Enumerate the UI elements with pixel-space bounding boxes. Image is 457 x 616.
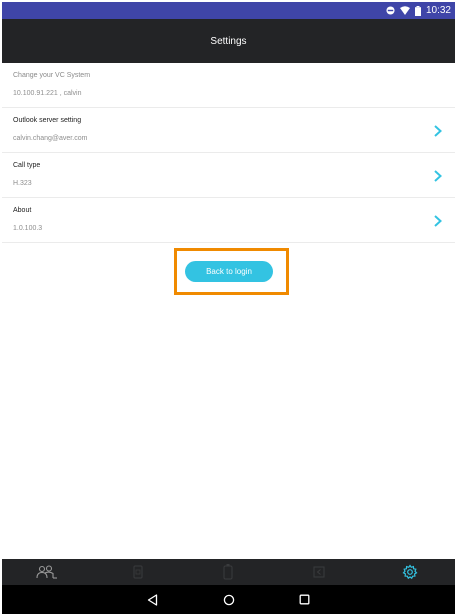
- layout-icon: [313, 566, 325, 578]
- chevron-right-icon: [434, 215, 442, 227]
- chevron-right-icon: [434, 125, 442, 137]
- settings-list: Change your VC System 10.100.91.221 , ca…: [2, 63, 455, 243]
- chevron-right-icon: [434, 170, 442, 182]
- setting-value: H.323: [13, 180, 32, 187]
- setting-label: Outlook server setting: [13, 117, 82, 124]
- tab-layout[interactable]: [274, 559, 365, 585]
- home-icon: [223, 594, 234, 605]
- nav-back-button[interactable]: [115, 585, 191, 614]
- app-window: 10:32 Settings Change your VC System 10.…: [2, 2, 455, 614]
- setting-call-type[interactable]: Call type H.323: [2, 153, 455, 198]
- app-bar: Settings: [2, 19, 455, 63]
- setting-label: Change your VC System: [13, 72, 91, 79]
- tab-phone[interactable]: [93, 559, 184, 585]
- status-bar: 10:32: [2, 2, 455, 19]
- setting-label: Call type: [13, 162, 41, 169]
- tab-settings[interactable]: [364, 559, 455, 585]
- setting-value: 10.100.91.221 , calvin: [13, 90, 82, 97]
- tab-contacts[interactable]: [2, 559, 93, 585]
- setting-value: calvin.chang@aver.com: [13, 135, 88, 142]
- setting-value: 1.0.100.3: [13, 225, 43, 232]
- wifi-icon: [399, 6, 410, 15]
- setting-outlook-server[interactable]: Outlook server setting calvin.chang@aver…: [2, 108, 455, 153]
- nav-recents-button[interactable]: [267, 585, 343, 614]
- battery-icon: [414, 5, 421, 16]
- bottom-tab-bar: [2, 559, 455, 585]
- setting-about[interactable]: About 1.0.100.3: [2, 198, 455, 243]
- settings-gear-icon: [402, 564, 418, 580]
- contacts-icon: [36, 565, 58, 579]
- do-not-disturb-icon: [386, 6, 395, 15]
- setting-label: About: [13, 207, 32, 214]
- remote-icon: [223, 564, 233, 580]
- nav-home-button[interactable]: [191, 585, 267, 614]
- back-to-login-button[interactable]: Back to login: [185, 261, 273, 282]
- system-nav-bar: [2, 585, 455, 614]
- recents-icon: [299, 594, 310, 605]
- tab-remote[interactable]: [183, 559, 274, 585]
- phone-icon: [133, 565, 143, 579]
- status-time: 10:32: [425, 5, 451, 16]
- back-icon: [147, 593, 158, 606]
- setting-vc-system[interactable]: Change your VC System 10.100.91.221 , ca…: [2, 63, 455, 108]
- page-title: Settings: [210, 35, 247, 47]
